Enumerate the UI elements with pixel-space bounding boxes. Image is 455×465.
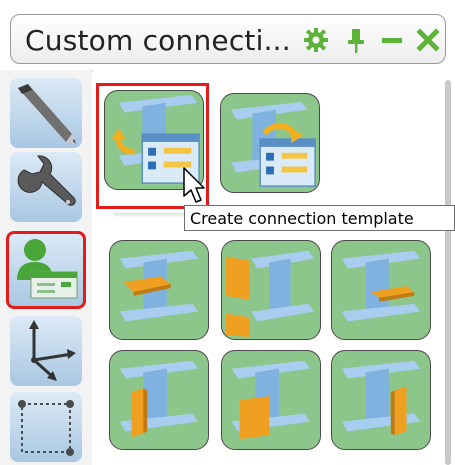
sidebar-item-wrench[interactable] bbox=[10, 152, 82, 222]
update-connection-template-icon bbox=[230, 101, 316, 187]
flange-plate-icon bbox=[119, 250, 199, 322]
close-icon[interactable] bbox=[413, 25, 443, 55]
web-stiffener-icon bbox=[119, 360, 199, 438]
wrench-icon bbox=[17, 155, 76, 206]
sidebar-item-axes[interactable] bbox=[10, 316, 82, 386]
column-stiffener-icon bbox=[341, 360, 421, 436]
sidebar-item-dotted-rectangle[interactable] bbox=[10, 392, 82, 462]
sidebar-item-user-component[interactable] bbox=[6, 231, 86, 309]
column-stiffener-button[interactable] bbox=[331, 350, 431, 450]
minimize-icon[interactable] bbox=[377, 25, 407, 55]
web-stiffener-button[interactable] bbox=[109, 350, 209, 450]
dotted-rectangle-icon bbox=[18, 400, 74, 456]
title-bar: Custom connecti... bbox=[10, 14, 446, 64]
pin-icon[interactable] bbox=[341, 25, 371, 55]
cap-plate-icon bbox=[341, 250, 421, 322]
sidebar-item-pen[interactable] bbox=[10, 78, 82, 148]
gear-icon[interactable] bbox=[301, 25, 331, 55]
window-title: Custom connecti... bbox=[25, 24, 291, 57]
axes-icon bbox=[29, 320, 76, 381]
pen-icon bbox=[18, 84, 76, 144]
end-plate-button[interactable] bbox=[221, 240, 321, 340]
mouse-cursor-icon bbox=[183, 167, 205, 203]
web-plate-icon bbox=[231, 360, 311, 440]
update-connection-template-button[interactable] bbox=[220, 93, 320, 193]
vertical-scrollbar[interactable] bbox=[445, 80, 451, 465]
flange-plate-button[interactable] bbox=[109, 240, 209, 340]
tooltip: Create connection template bbox=[184, 205, 455, 231]
web-plate-button[interactable] bbox=[221, 350, 321, 450]
user-component-icon bbox=[17, 239, 78, 299]
cap-plate-button[interactable] bbox=[331, 240, 431, 340]
end-plate-icon bbox=[225, 250, 315, 338]
